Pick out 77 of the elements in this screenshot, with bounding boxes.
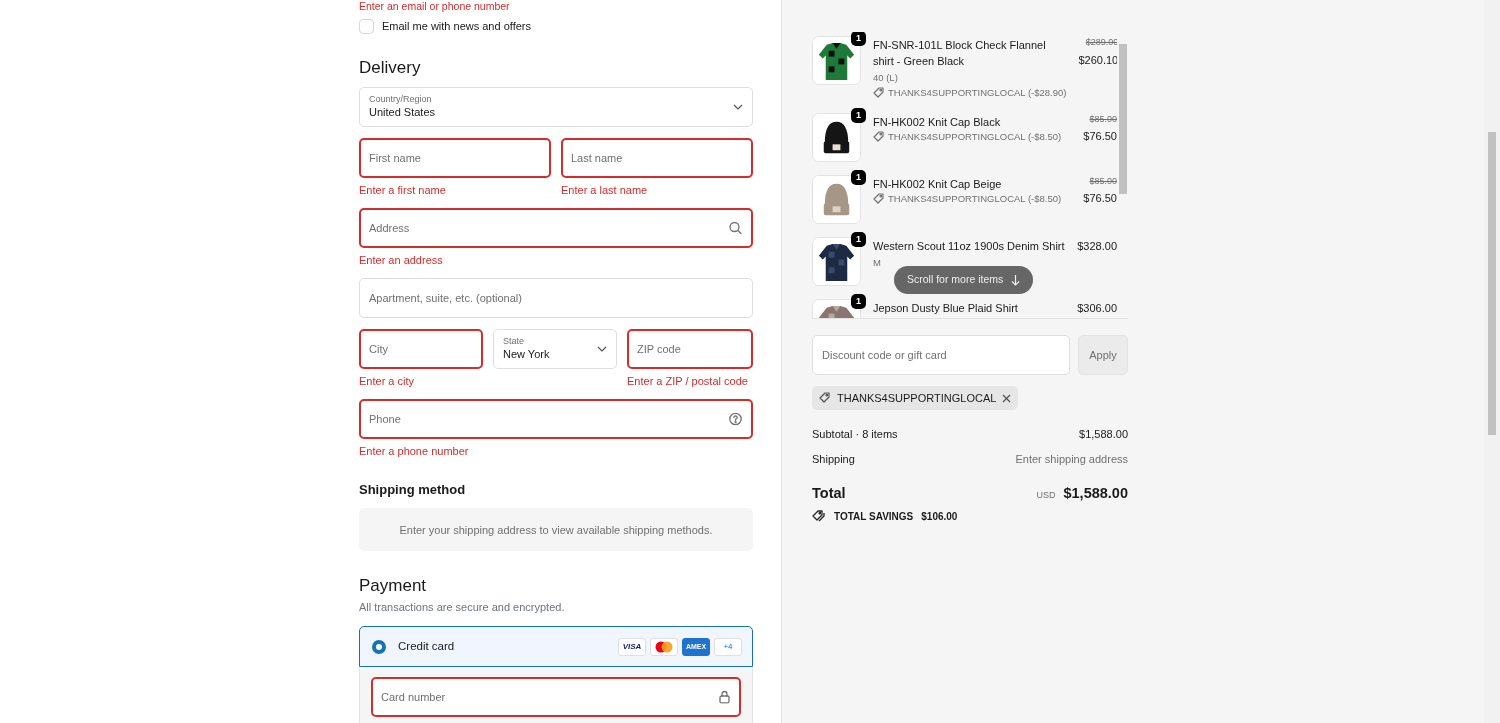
select-field[interactable]: State New York [493,328,617,369]
total-amount: $1,588.00 [1063,484,1128,503]
error-message: Enter an address [359,252,444,267]
lock-icon [719,690,730,704]
input-field[interactable]: City [359,328,483,369]
item-price: $260.10 [1078,52,1117,68]
original-price: $85.00 [1088,112,1117,126]
summary-value: Enter shipping address [1015,451,1128,467]
summary-label: Subtotal · 8 items [812,427,898,442]
quantity-badge: 1 [851,32,866,46]
input-field[interactable]: Phone [359,398,753,439]
quantity-badge: 1 [851,293,866,309]
input-field[interactable]: ZIP code [627,328,753,369]
select-field[interactable]: Country/Region United States [359,86,753,127]
error-message: Enter an email or phone number [359,0,511,12]
quantity-badge: 1 [851,231,866,247]
chevron-down-icon [597,345,607,352]
item-title: FN-SNR-101L Block Check Flannel shirt - Green Black [873,38,1047,69]
original-price: $289.00 [1084,36,1117,49]
quantity-badge: 1 [851,169,866,185]
discount-code: THANKS4SUPPORTINGLOCAL (-$28.90) [888,85,1067,100]
chevron-down-icon [733,103,743,110]
item-variant: M [873,256,881,268]
item-price: $76.50 [1083,129,1117,145]
summary-value: $1,588.00 [1079,427,1128,442]
search-icon [729,221,742,235]
arrow-down-icon [1011,274,1021,286]
currency-label: USD [1036,489,1056,502]
input-field[interactable]: Address [359,207,753,248]
visa-logo: VISA [618,637,646,656]
tag-icon [819,392,831,404]
quantity-badge: 1 [851,107,866,123]
checkbox[interactable] [359,18,374,34]
item-title: Western Scout 11oz 1900s Denim Shirt [873,238,1066,254]
error-message: Enter a city [359,373,416,388]
close-button[interactable] [1002,393,1012,403]
checkbox-label: Email me with news and offers [382,19,531,34]
item-title: FN-HK002 Knit Cap Black [873,114,1002,130]
item-price: $306.00 [1077,300,1117,316]
section-heading: Payment [359,576,428,597]
item-title: Jepson Dusty Blue Plaid Shirt [873,300,1019,316]
tag-icon [873,131,884,143]
discount-code: THANKS4SUPPORTINGLOCAL (-$8.50) [888,191,1062,206]
discount-code: THANKS4SUPPORTINGLOCAL (-$8.50) [888,129,1062,144]
radio-button[interactable] [372,639,386,654]
error-message: Enter a ZIP / postal code [627,373,749,388]
mastercard-logo [655,640,673,653]
item-title: FN-HK002 Knit Cap Beige [873,176,1003,192]
scroll-hint-button[interactable]: Scroll for more items [894,266,1034,294]
error-message: Enter a last name [561,182,649,197]
apply-button[interactable]: Apply [1078,335,1128,375]
more-brands-label: +4 [714,637,742,656]
input-field[interactable]: Last name [561,137,753,178]
help-icon [729,412,742,426]
tags-icon [812,510,826,523]
section-heading: Shipping method [359,480,467,499]
tag-icon [873,87,884,99]
tag-icon [873,193,884,205]
total-label: Total [812,484,846,503]
summary-label: Shipping [812,451,855,467]
item-price: $76.50 [1083,191,1117,207]
input-field[interactable]: First name [359,137,551,178]
original-price: $85.00 [1088,174,1117,188]
input-field[interactable]: Card number [371,677,741,718]
scrollbar[interactable] [1484,0,1500,723]
close-icon [1002,393,1012,403]
section-heading: Delivery [359,57,422,78]
item-price: $328.00 [1077,238,1117,254]
option-label: Credit card [398,639,456,655]
section-subtitle: All transactions are secure and encrypted. [359,599,566,615]
info-message: Enter your shipping address to view available shipping methods. [359,508,753,552]
item-variant: 40 (L) [873,72,898,83]
savings-label: TOTAL SAVINGS [834,509,914,524]
discount-code: THANKS4SUPPORTINGLOCAL [837,390,997,406]
error-message: Enter a first name [359,182,447,197]
savings-amount: $106.00 [921,509,958,524]
error-message: Enter a phone number [359,443,470,458]
